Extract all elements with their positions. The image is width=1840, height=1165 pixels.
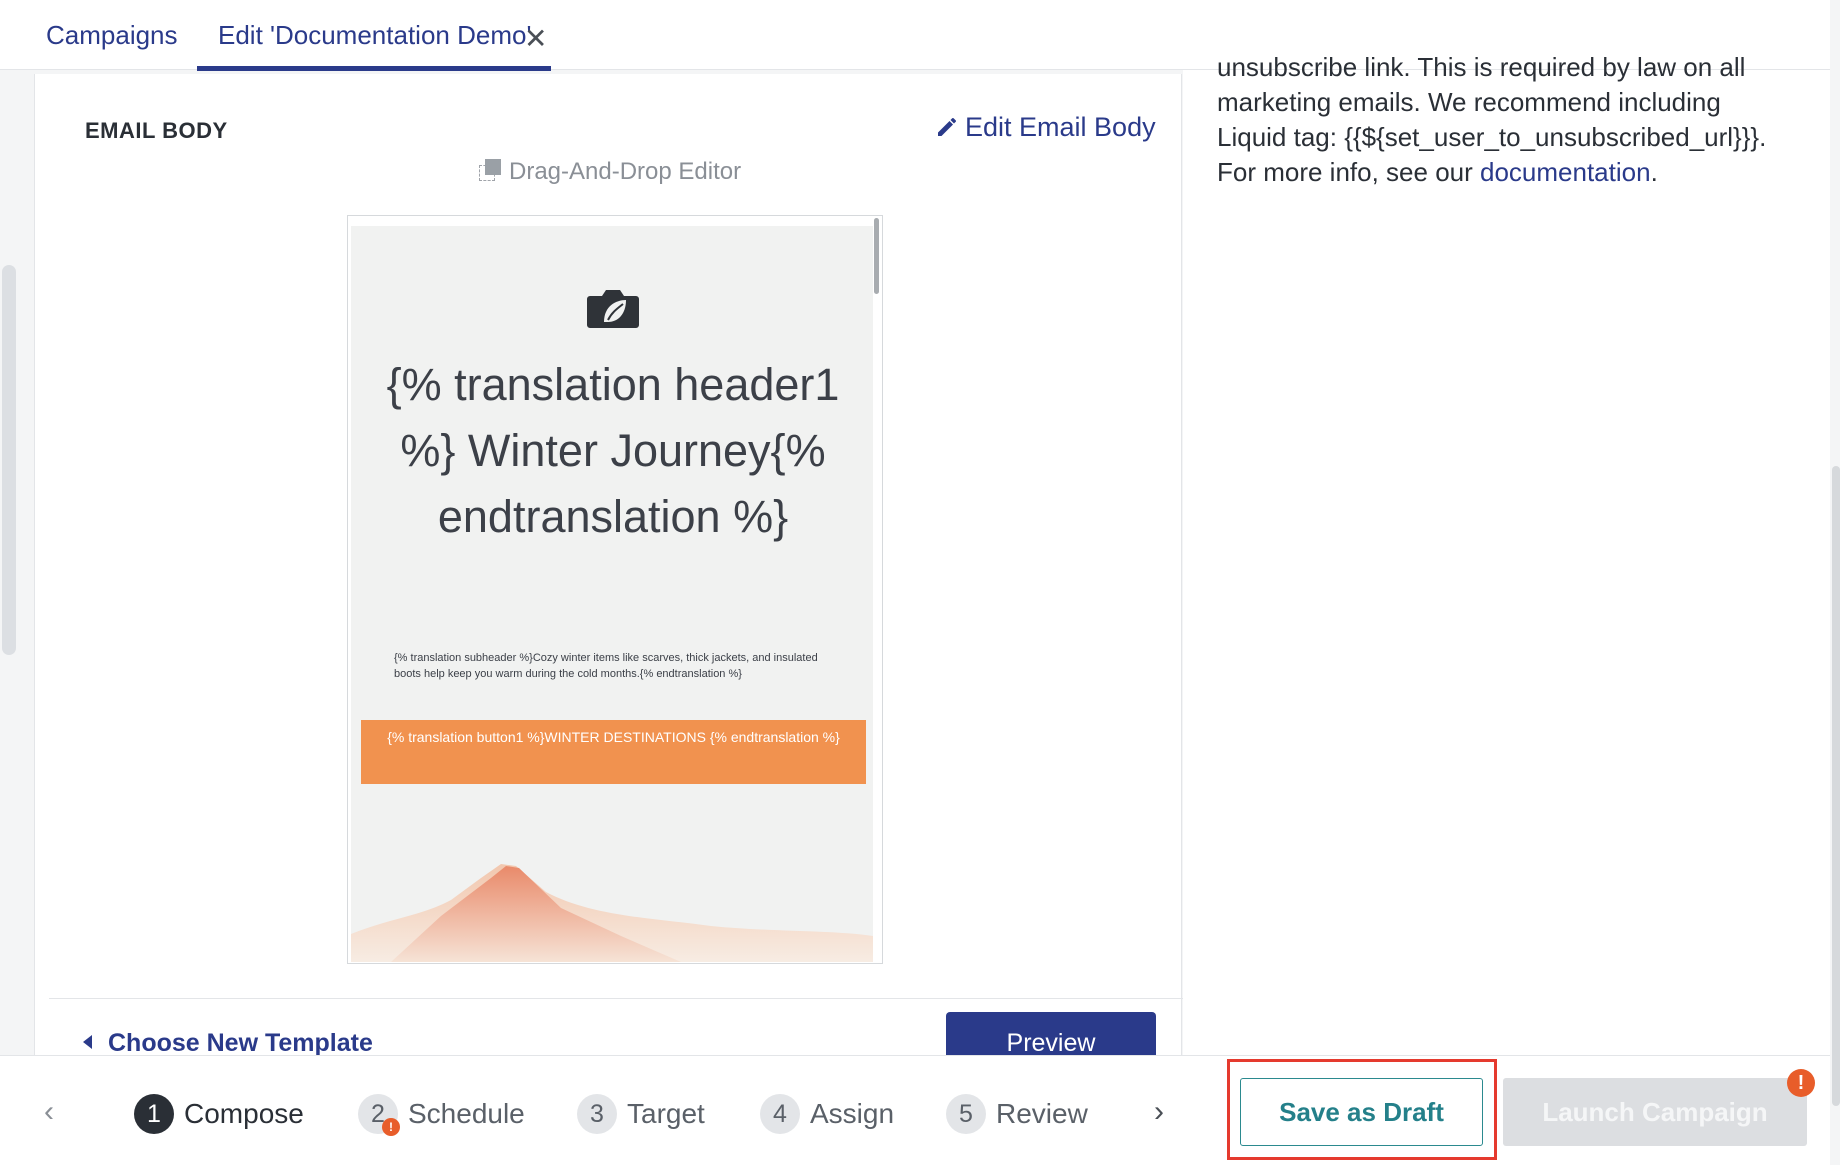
step-label: Assign	[810, 1098, 895, 1129]
page-scrollbar-thumb[interactable]	[1832, 466, 1840, 1106]
email-subheader-text: {% translation subheader %}Cozy winter i…	[394, 652, 818, 680]
email-canvas: {% translation header1 %} Winter Journey…	[351, 226, 873, 962]
tab-campaigns[interactable]: Campaigns	[46, 20, 178, 51]
email-header-text: {% translation header1 %} Winter Journey…	[386, 359, 840, 542]
choose-new-template-link[interactable]: Choose New Template	[83, 1029, 373, 1058]
chevron-left-icon[interactable]: ‹	[44, 1095, 54, 1129]
chevron-right-icon[interactable]: ›	[1154, 1095, 1164, 1129]
unsubscribe-info-text: unsubscribe link. This is required by la…	[1217, 50, 1777, 190]
editor-type-label: Drag-And-Drop Editor	[479, 158, 741, 186]
step-label: Compose	[184, 1098, 304, 1129]
page-scrollbar[interactable]	[1830, 0, 1840, 1165]
caret-left-icon	[83, 1035, 92, 1049]
info-text-end: .	[1650, 157, 1658, 187]
close-icon[interactable]: ✕	[524, 22, 547, 55]
email-cta-button: {% translation button1 %}WINTER DESTINAT…	[361, 720, 866, 784]
camera-logo-icon	[587, 290, 639, 328]
launch-campaign-button[interactable]: Launch Campaign	[1503, 1078, 1807, 1146]
left-scrollbar[interactable]	[2, 265, 16, 655]
unsubscribe-info-panel: unsubscribe link. This is required by la…	[1183, 52, 1830, 1055]
step-number: 2!	[358, 1094, 400, 1136]
documentation-link[interactable]: documentation	[1480, 157, 1651, 187]
step-target[interactable]: 3 Target	[577, 1094, 705, 1134]
step-review[interactable]: 5 Review	[946, 1094, 1088, 1134]
pencil-icon	[938, 118, 956, 136]
email-body-card: EMAIL BODY Edit Email Body Drag-And-Drop…	[34, 74, 1183, 1072]
drag-drop-icon	[479, 159, 503, 183]
step-label: Review	[996, 1098, 1088, 1129]
warning-icon: !	[1787, 1069, 1815, 1097]
mountain-image	[351, 864, 873, 962]
step-label: Target	[627, 1098, 705, 1129]
step-assign[interactable]: 4 Assign	[760, 1094, 894, 1134]
step-schedule[interactable]: 2! Schedule	[358, 1094, 525, 1136]
step-number: 3	[577, 1094, 617, 1134]
save-as-draft-button[interactable]: Save as Draft	[1240, 1078, 1483, 1146]
step-number: 4	[760, 1094, 800, 1134]
warning-icon: !	[382, 1118, 400, 1136]
tab-edit-campaign[interactable]: Edit 'Documentation Demo'	[218, 20, 531, 51]
step-number: 5	[946, 1094, 986, 1134]
edit-email-body-link[interactable]: Edit Email Body	[935, 112, 1156, 143]
step-number: 1	[134, 1094, 174, 1134]
section-title: EMAIL BODY	[85, 118, 228, 143]
choose-template-label: Choose New Template	[108, 1029, 373, 1057]
active-tab-indicator	[197, 66, 551, 71]
editor-type-text: Drag-And-Drop Editor	[509, 158, 742, 185]
email-preview-frame[interactable]: {% translation header1 %} Winter Journey…	[347, 215, 883, 964]
edit-email-body-label: Edit Email Body	[965, 112, 1156, 142]
step-label: Schedule	[408, 1098, 525, 1129]
left-gutter	[0, 70, 34, 1055]
step-compose[interactable]: 1 Compose	[134, 1094, 304, 1134]
preview-scrollbar[interactable]	[874, 218, 879, 294]
divider	[49, 998, 1183, 999]
